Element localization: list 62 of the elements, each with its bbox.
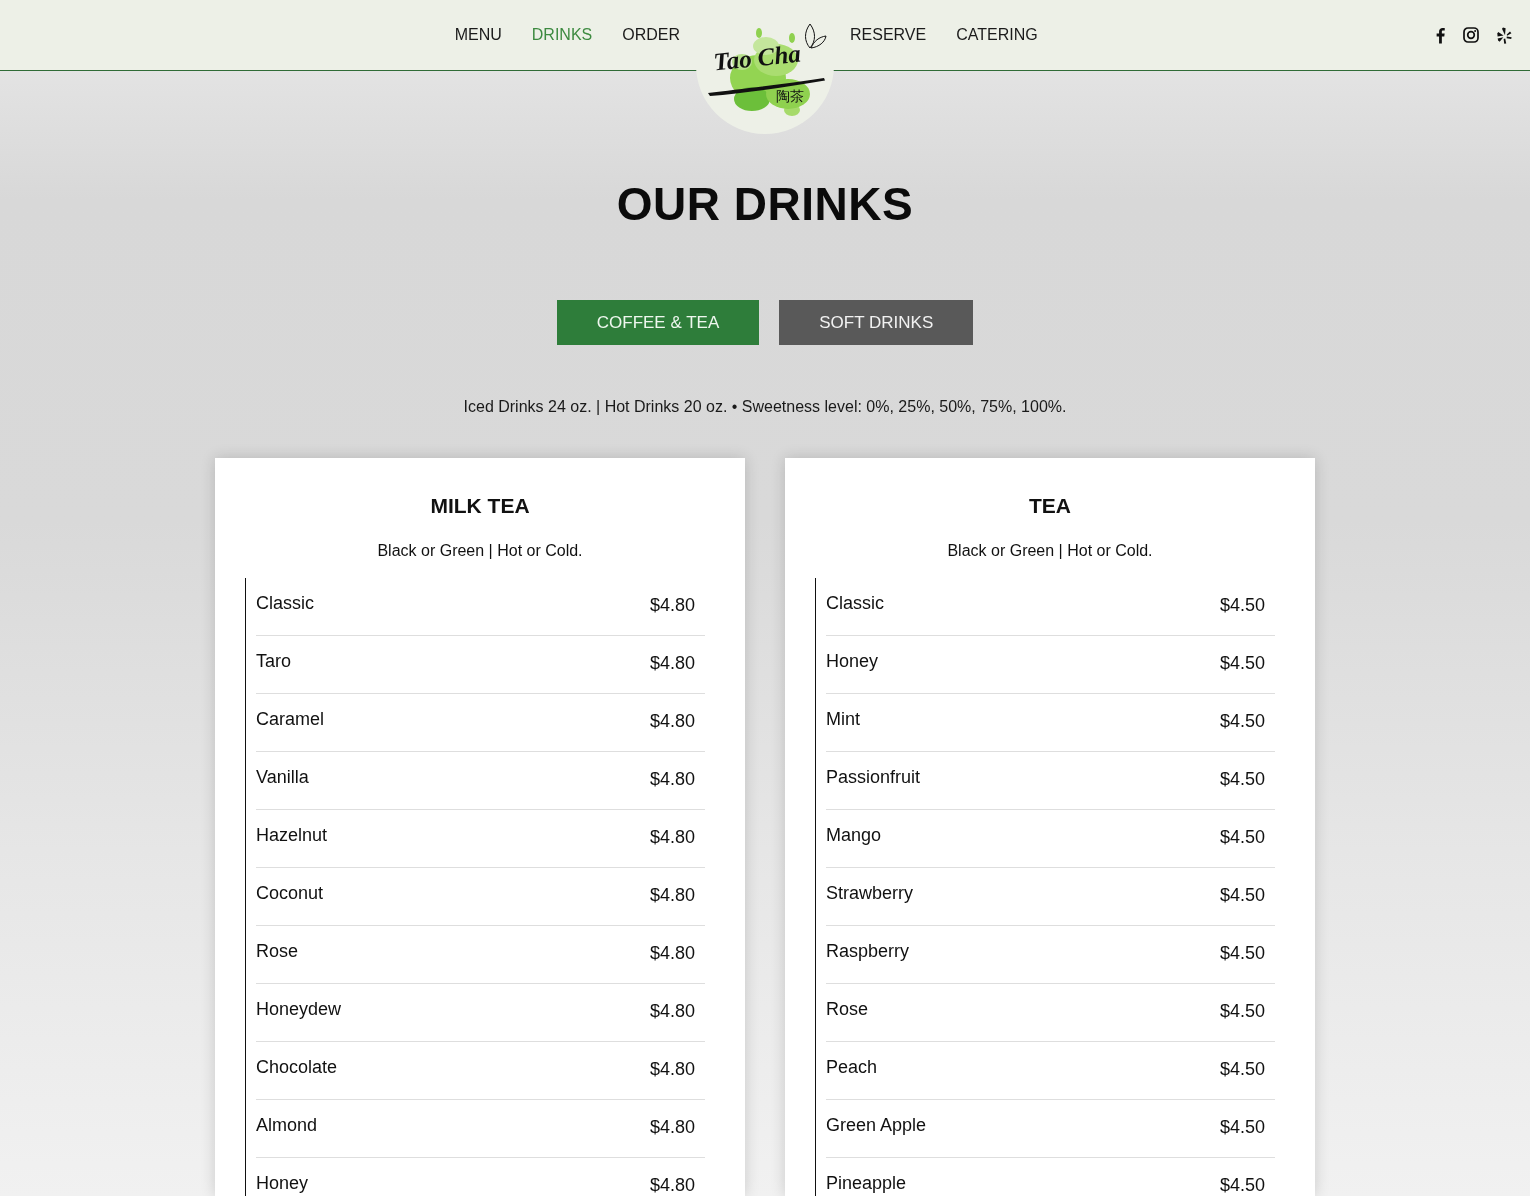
item-name: Honeydew — [256, 999, 342, 1019]
item-name: Rose — [826, 999, 869, 1019]
item-name: Passionfruit — [826, 767, 921, 787]
item-name: Almond — [256, 1115, 318, 1135]
item-price: $4.80 — [649, 653, 695, 673]
item-name: Classic — [826, 593, 884, 613]
item-price: $4.50 — [1219, 769, 1265, 789]
item-price: $4.80 — [649, 769, 695, 789]
item-name: Green Apple — [826, 1115, 927, 1135]
item-price: $4.50 — [1219, 1059, 1265, 1079]
item-price: $4.80 — [649, 711, 695, 731]
item-price: $4.50 — [1219, 595, 1265, 615]
nav-link[interactable]: DRINKS — [531, 25, 593, 45]
item-name: Chocolate — [256, 1057, 338, 1077]
item-price: $4.50 — [1219, 943, 1265, 963]
item-price: $4.50 — [1219, 1001, 1265, 1021]
item-price: $4.80 — [649, 1059, 695, 1079]
item-name: Peach — [826, 1057, 878, 1077]
nav-link[interactable]: RESERVE — [850, 25, 927, 45]
menu-title: MILK TEA — [429, 493, 531, 519]
nav-link[interactable]: ORDER — [622, 25, 680, 45]
item-name: Raspberry — [826, 941, 910, 961]
item-price: $4.50 — [1219, 827, 1265, 847]
item-name: Honey — [826, 651, 879, 671]
yelp-icon[interactable] — [1497, 26, 1512, 44]
nav-link[interactable]: CATERING — [956, 25, 1038, 45]
item-name: Caramel — [256, 709, 325, 729]
menu-subtitle: Black or Green | Hot or Cold. — [946, 541, 1154, 561]
item-price: $4.50 — [1219, 1175, 1265, 1195]
facebook-icon[interactable] — [1436, 26, 1445, 44]
item-price: $4.50 — [1219, 711, 1265, 731]
item-price: $4.80 — [649, 827, 695, 847]
item-name: Vanilla — [256, 767, 309, 787]
item-name: Classic — [256, 593, 314, 613]
instagram-icon[interactable] — [1463, 27, 1479, 43]
item-price: $4.80 — [649, 1117, 695, 1137]
item-price: $4.80 — [649, 1175, 695, 1195]
item-name: Coconut — [256, 883, 324, 903]
menu-note: Iced Drinks 24 oz. | Hot Drinks 20 oz. • Sweetness level: 0%, 25%, 50%, 75%, 100%. — [462, 397, 1068, 417]
menu-title: TEA — [1028, 493, 1072, 519]
item-name: Mango — [826, 825, 882, 845]
page-title: OUR DRINKS — [615, 177, 915, 232]
item-name: Honey — [256, 1173, 309, 1193]
menu-subtitle: Black or Green | Hot or Cold. — [376, 541, 584, 561]
item-price: $4.80 — [649, 595, 695, 615]
item-price: $4.50 — [1219, 1117, 1265, 1137]
logo-text: Tao Cha — [712, 39, 802, 76]
item-price: $4.80 — [649, 1001, 695, 1021]
item-name: Pineapple — [826, 1173, 907, 1193]
item-price: $4.80 — [649, 885, 695, 905]
item-price: $4.80 — [649, 943, 695, 963]
item-name: Mint — [826, 709, 860, 729]
logo-chinese-text: 陶茶 — [776, 88, 804, 104]
menu-tab[interactable]: SOFT DRINKS — [779, 300, 974, 345]
item-name: Rose — [256, 941, 299, 961]
item-price: $4.50 — [1219, 885, 1265, 905]
item-name: Hazelnut — [256, 825, 328, 845]
item-name: Taro — [256, 651, 291, 671]
nav-link[interactable]: MENU — [454, 25, 502, 45]
menu-tab[interactable]: COFFEE & TEA — [556, 300, 760, 345]
item-price: $4.50 — [1219, 653, 1265, 673]
item-name: Strawberry — [826, 883, 914, 903]
